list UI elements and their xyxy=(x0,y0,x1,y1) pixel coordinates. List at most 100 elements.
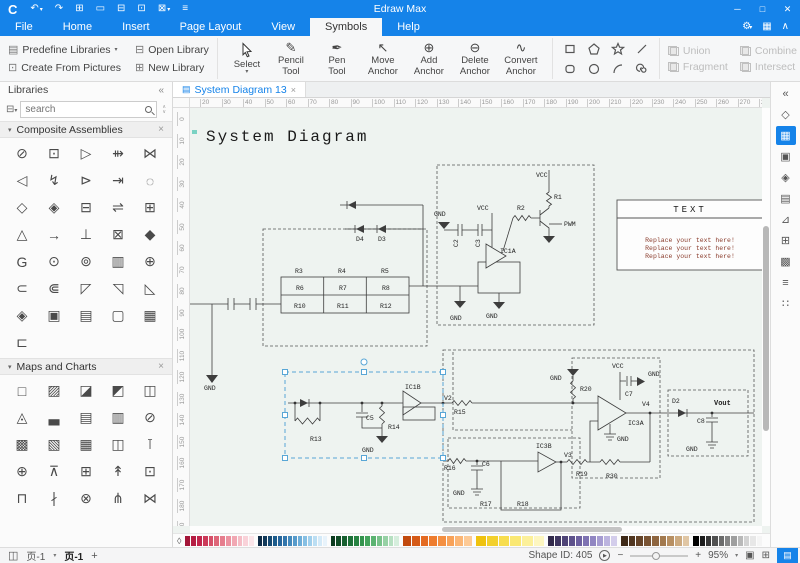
cell-b-symbol[interactable]: ▢ xyxy=(102,302,134,329)
color-swatch[interactable] xyxy=(712,536,717,546)
add-anchor-button[interactable]: ⊕AddAnchor xyxy=(406,41,452,76)
open-file-button-icon[interactable]: ▭ xyxy=(90,0,111,19)
diamond-filter-symbol[interactable]: ◈ xyxy=(38,194,70,221)
color-swatch[interactable] xyxy=(555,536,561,546)
add-page-button[interactable]: + xyxy=(91,550,97,562)
corner-badge[interactable]: ▤ xyxy=(777,548,798,563)
color-swatch[interactable] xyxy=(331,536,336,546)
color-swatch[interactable] xyxy=(569,536,575,546)
color-swatch[interactable] xyxy=(629,536,636,546)
color-swatch[interactable] xyxy=(644,536,651,546)
color-swatch[interactable] xyxy=(744,536,749,546)
export-button-icon[interactable]: ⊠▾ xyxy=(152,0,176,19)
color-swatch[interactable] xyxy=(203,536,208,546)
color-swatch[interactable] xyxy=(360,536,365,546)
color-swatch[interactable] xyxy=(522,536,533,546)
relay-box-symbol[interactable]: ⊠ xyxy=(102,221,134,248)
color-swatch[interactable] xyxy=(263,536,267,546)
color-swatch[interactable] xyxy=(403,536,411,546)
color-swatch[interactable] xyxy=(590,536,596,546)
color-swatch[interactable] xyxy=(249,536,254,546)
pentagon-shape-button[interactable] xyxy=(585,40,603,58)
diamond-unit-symbol[interactable]: ◇ xyxy=(6,194,38,221)
plot-square-symbol[interactable]: □ xyxy=(6,377,38,404)
minimize-button[interactable]: ─ xyxy=(725,0,750,18)
cell-c-symbol[interactable]: ▦ xyxy=(134,302,166,329)
fill-tool-icon[interactable]: ◇ xyxy=(776,105,796,124)
xy-unit-symbol[interactable]: ▣ xyxy=(38,302,70,329)
color-swatch[interactable] xyxy=(371,536,376,546)
diamond-small-symbol[interactable]: ◆ xyxy=(134,221,166,248)
pole-square-symbol[interactable]: ⊡ xyxy=(134,458,166,485)
diode-unit-symbol[interactable]: ⊳ xyxy=(70,167,102,194)
color-swatch[interactable] xyxy=(429,536,437,546)
search-box[interactable] xyxy=(20,101,157,118)
color-swatch[interactable] xyxy=(421,536,429,546)
color-swatch[interactable] xyxy=(683,536,690,546)
gate-symbol-symbol[interactable]: ⊓ xyxy=(6,485,38,512)
section-header-composite-assemblies[interactable]: ▾Composite Assemblies× xyxy=(0,121,172,138)
color-swatch[interactable] xyxy=(548,536,554,546)
search-input[interactable] xyxy=(25,104,145,115)
tower-symbol[interactable]: ⋔ xyxy=(102,485,134,512)
color-swatch[interactable] xyxy=(220,536,225,546)
color-swatch[interactable] xyxy=(283,536,287,546)
pole-arrow-symbol[interactable]: ↟ xyxy=(102,458,134,485)
collapse-panel-icon[interactable]: « xyxy=(776,84,796,103)
color-swatch[interactable] xyxy=(209,536,214,546)
spiral-shape-button[interactable] xyxy=(633,60,651,78)
fullscreen-icon[interactable]: ▣ xyxy=(745,550,754,561)
new-file-button-icon[interactable]: ⊞ xyxy=(69,0,89,19)
redo-button-icon[interactable]: ↷ xyxy=(49,0,69,19)
striped-square-symbol[interactable]: ▥ xyxy=(102,404,134,431)
color-swatch[interactable] xyxy=(757,536,762,546)
color-swatch[interactable] xyxy=(273,536,277,546)
horn-unit-symbol[interactable]: ◁ xyxy=(6,167,38,194)
color-swatch[interactable] xyxy=(660,536,667,546)
close-button[interactable]: ✕ xyxy=(775,0,800,18)
new-library-button[interactable]: ⊞New Library xyxy=(135,61,209,74)
fork-cartridge-symbol[interactable]: ⋐ xyxy=(38,275,70,302)
spread-panel-icon[interactable]: ∷ xyxy=(776,294,796,313)
coupler-symbol[interactable]: ⇌ xyxy=(102,194,134,221)
color-swatch[interactable] xyxy=(597,536,603,546)
color-swatch[interactable] xyxy=(308,536,312,546)
horizontal-scrollbar[interactable] xyxy=(190,526,762,533)
undo-button-icon[interactable]: ↶▾ xyxy=(24,0,48,19)
dense-grid-symbol[interactable]: ▦ xyxy=(70,431,102,458)
color-swatch[interactable] xyxy=(675,536,682,546)
power-meter-symbol[interactable]: ⊘ xyxy=(6,140,38,167)
tab-help[interactable]: Help xyxy=(382,18,435,36)
color-swatch[interactable] xyxy=(464,536,472,546)
close-tab-icon[interactable]: × xyxy=(291,85,296,95)
color-swatch[interactable] xyxy=(719,536,724,546)
color-swatch[interactable] xyxy=(738,536,743,546)
converter-symbol[interactable]: ◹ xyxy=(102,275,134,302)
convert-anchor-button[interactable]: ∿ConvertAnchor xyxy=(498,41,544,76)
color-swatch[interactable] xyxy=(534,536,545,546)
stack-unit-symbol[interactable]: ⊏ xyxy=(6,329,38,356)
color-swatch[interactable] xyxy=(185,536,190,546)
color-swatch[interactable] xyxy=(510,536,521,546)
section-header-maps-and-charts[interactable]: ▾Maps and Charts× xyxy=(0,358,172,375)
library-spinner[interactable]: ∧∨ xyxy=(160,105,168,115)
zoom-level-value[interactable]: 95% xyxy=(708,550,728,561)
color-swatch[interactable] xyxy=(731,536,736,546)
earth-module-symbol[interactable]: ⊥ xyxy=(70,221,102,248)
color-swatch[interactable] xyxy=(365,536,370,546)
zoom-out-button[interactable]: − xyxy=(617,550,623,561)
color-swatch[interactable] xyxy=(323,536,327,546)
chart-panel-icon[interactable]: ⊿ xyxy=(776,210,796,229)
attenuator-symbol[interactable]: ⋈ xyxy=(134,140,166,167)
hatched-area-symbol[interactable]: ▨ xyxy=(38,377,70,404)
color-swatch[interactable] xyxy=(258,536,262,546)
tab-page-layout[interactable]: Page Layout xyxy=(165,18,257,36)
color-swatch[interactable] xyxy=(298,536,302,546)
color-swatch[interactable] xyxy=(243,536,248,546)
close-section-icon[interactable]: × xyxy=(158,124,164,135)
library-source-icon[interactable]: ⊟▾ xyxy=(6,104,17,115)
color-swatch[interactable] xyxy=(621,536,628,546)
color-swatch[interactable] xyxy=(197,536,202,546)
cell-a-symbol[interactable]: ▤ xyxy=(70,302,102,329)
tab-insert[interactable]: Insert xyxy=(107,18,165,36)
